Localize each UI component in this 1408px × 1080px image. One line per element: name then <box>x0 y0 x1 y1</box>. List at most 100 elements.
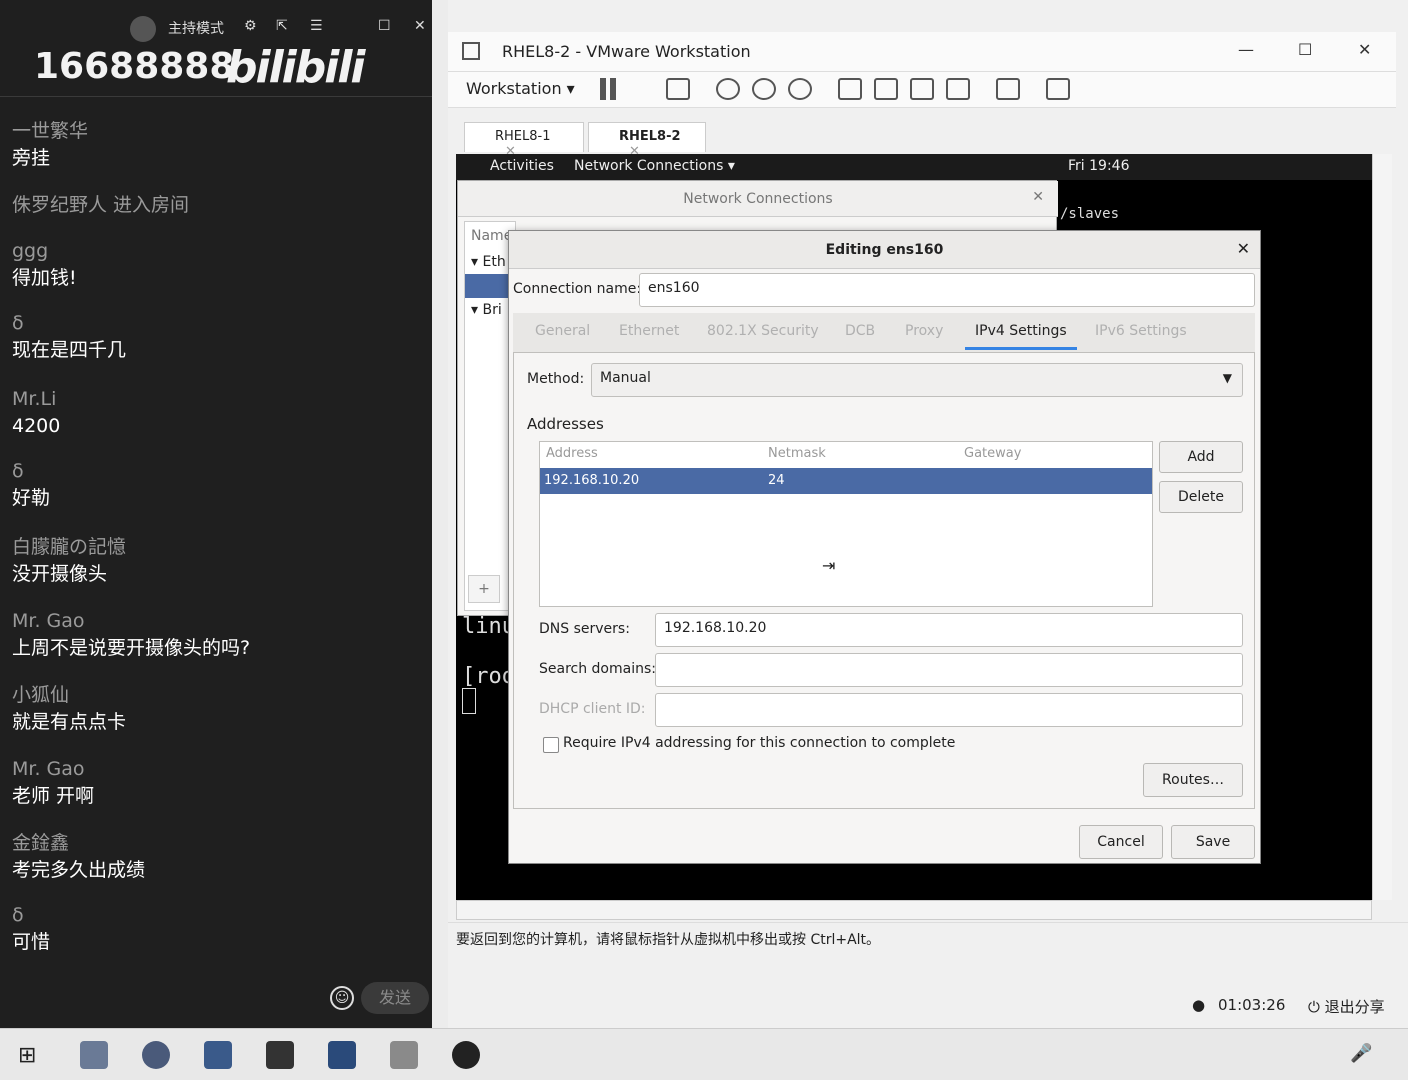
pause-icon[interactable] <box>600 78 624 100</box>
browser-icon[interactable] <box>142 1041 170 1069</box>
window-title: RHEL8-2 - VMware Workstation <box>502 42 751 61</box>
tab-proxy[interactable]: Proxy <box>905 323 943 339</box>
menu-icon[interactable]: ☰ <box>310 18 323 34</box>
chat-text: 考完多久出成绩 <box>12 859 146 881</box>
netmask-cell[interactable]: 24 <box>768 473 785 488</box>
editor-taskbar-icon[interactable] <box>328 1041 356 1069</box>
chat-username: 白朦朧の記憶 <box>12 536 127 558</box>
close-icon[interactable]: ✕ <box>414 18 426 34</box>
chat-message: Mr.Li 4200 <box>12 386 60 440</box>
chat-username: Mr. Gao <box>12 758 85 780</box>
chat-text: 旁挂 <box>12 147 51 169</box>
avatar[interactable] <box>130 16 156 42</box>
require-ipv4-label: Require IPv4 addressing for this connect… <box>563 735 956 751</box>
chat-message: δ 好勒 <box>12 458 50 512</box>
add-connection-button[interactable]: + <box>468 575 500 603</box>
chat-username: Mr.Li <box>12 388 57 410</box>
emoji-icon[interactable]: ☺ <box>330 986 354 1010</box>
snapshot-icon[interactable] <box>716 78 740 100</box>
maximize-button[interactable]: ☐ <box>1298 40 1312 59</box>
tab-ipv4-settings[interactable]: IPv4 Settings <box>965 323 1077 350</box>
search-domains-label: Search domains: <box>539 661 656 677</box>
file-explorer-icon[interactable] <box>80 1041 108 1069</box>
console-icon[interactable] <box>996 78 1020 100</box>
close-icon[interactable]: ✕ <box>1032 189 1044 205</box>
tab-ethernet[interactable]: Ethernet <box>619 323 679 339</box>
cancel-button[interactable]: Cancel <box>1079 825 1163 859</box>
toolbar: Workstation ▾ <box>448 72 1396 108</box>
revert-snapshot-icon[interactable] <box>752 78 776 100</box>
send-button[interactable]: 发送 <box>361 982 429 1014</box>
chat-text: 4200 <box>12 415 61 437</box>
tab-rhel8-2[interactable]: RHEL8-2 ✕ <box>588 122 706 159</box>
settings-icon[interactable]: ⚙ <box>244 18 257 34</box>
delete-button[interactable]: Delete <box>1159 481 1243 513</box>
fullscreen-icon[interactable] <box>910 78 934 100</box>
app-taskbar-icon[interactable] <box>390 1041 418 1069</box>
chat-message: Mr. Gao 上周不是说要开摄像头的吗? <box>12 608 250 662</box>
add-button[interactable]: Add <box>1159 441 1243 473</box>
column-header[interactable]: Address <box>546 446 598 461</box>
windows-start-icon[interactable]: ⊞ <box>18 1043 36 1068</box>
chat-panel: 主持模式 ⚙ ⇱ ☰ ☐ ✕ 16688888 bilibili 一世繁华 旁挂侏… <box>0 0 432 1028</box>
close-icon[interactable]: ✕ <box>1237 239 1250 258</box>
thumbnail-icon[interactable] <box>874 78 898 100</box>
unity-icon[interactable] <box>946 78 970 100</box>
app-menu[interactable]: Network Connections ▾ <box>574 158 735 174</box>
dns-field[interactable]: 192.168.10.20 <box>655 613 1243 647</box>
tab-rhel8-1[interactable]: RHEL8-1 ✕ <box>464 122 584 159</box>
dhcp-client-id-label: DHCP client ID: <box>539 701 646 717</box>
chat-message: 侏罗纪野人 进入房间 <box>12 192 189 218</box>
taskbar: ⊞ 🎤 <box>0 1028 1408 1080</box>
table-row[interactable]: 192.168.10.20 24 <box>540 468 1152 494</box>
chat-username: Mr. Gao <box>12 610 85 632</box>
method-label: Method: <box>527 371 585 387</box>
chat-message: 小狐仙 就是有点点卡 <box>12 682 126 736</box>
search-domains-field[interactable] <box>655 653 1243 687</box>
chat-username: δ <box>12 312 24 334</box>
column-header[interactable]: Gateway <box>964 446 1021 461</box>
send-keys-icon[interactable] <box>666 78 690 100</box>
stretch-icon[interactable] <box>1046 78 1070 100</box>
popout-icon[interactable]: ⇱ <box>276 18 288 34</box>
tab-8021x-security[interactable]: 802.1X Security <box>707 323 819 339</box>
record-dot-icon: ● <box>1192 996 1206 1014</box>
save-button[interactable]: Save <box>1171 825 1255 859</box>
microphone-icon[interactable]: 🎤 <box>1350 1043 1372 1064</box>
close-button[interactable]: ✕ <box>1358 40 1371 59</box>
method-select[interactable]: Manual ▼ <box>591 363 1243 397</box>
activities-button[interactable]: Activities <box>490 158 554 174</box>
require-ipv4-checkbox[interactable] <box>543 737 559 753</box>
chevron-down-icon: ▼ <box>1222 371 1232 385</box>
host-mode-label[interactable]: 主持模式 <box>168 18 224 38</box>
obs-taskbar-icon[interactable] <box>452 1041 480 1069</box>
bilibili-logo: bilibili <box>226 42 365 93</box>
minimize-button[interactable]: — <box>1238 40 1254 59</box>
vmware-taskbar-icon[interactable] <box>204 1041 232 1069</box>
mouse-cursor-icon: ⇥ <box>822 556 836 575</box>
addresses-table[interactable]: Address Netmask Gateway 192.168.10.20 24… <box>539 441 1153 607</box>
vertical-scrollbar[interactable] <box>1372 154 1392 900</box>
tab-dcb[interactable]: DCB <box>845 323 875 339</box>
dhcp-client-id-field[interactable] <box>655 693 1243 727</box>
terminal-taskbar-icon[interactable] <box>266 1041 294 1069</box>
clock[interactable]: Fri 19:46 <box>1068 158 1129 174</box>
chat-message: Mr. Gao 老师 开啊 <box>12 756 94 810</box>
snapshot-manager-icon[interactable] <box>788 78 812 100</box>
tab-ipv6-settings[interactable]: IPv6 Settings <box>1095 323 1187 339</box>
library-icon[interactable] <box>838 78 862 100</box>
connection-name-field[interactable]: ens160 <box>639 273 1255 307</box>
chat-username: 侏罗纪野人 进入房间 <box>12 194 190 216</box>
chat-username: δ <box>12 904 24 926</box>
tab-general[interactable]: General <box>535 323 590 339</box>
maximize-icon[interactable]: ☐ <box>378 18 391 34</box>
horizontal-scrollbar[interactable] <box>456 900 1372 920</box>
address-cell[interactable]: 192.168.10.20 <box>544 473 639 488</box>
chat-text: 没开摄像头 <box>12 563 108 585</box>
vm-tabs: RHEL8-1 ✕ RHEL8-2 ✕ <box>456 118 1396 159</box>
column-header[interactable]: Netmask <box>768 446 826 461</box>
editing-dialog: Editing ens160 ✕ Connection name: ens160… <box>508 230 1261 864</box>
workstation-menu[interactable]: Workstation ▾ <box>466 79 575 98</box>
routes-button[interactable]: Routes… <box>1143 763 1243 797</box>
exit-share-button[interactable]: ⏻ 退出分享 <box>1308 996 1385 1017</box>
